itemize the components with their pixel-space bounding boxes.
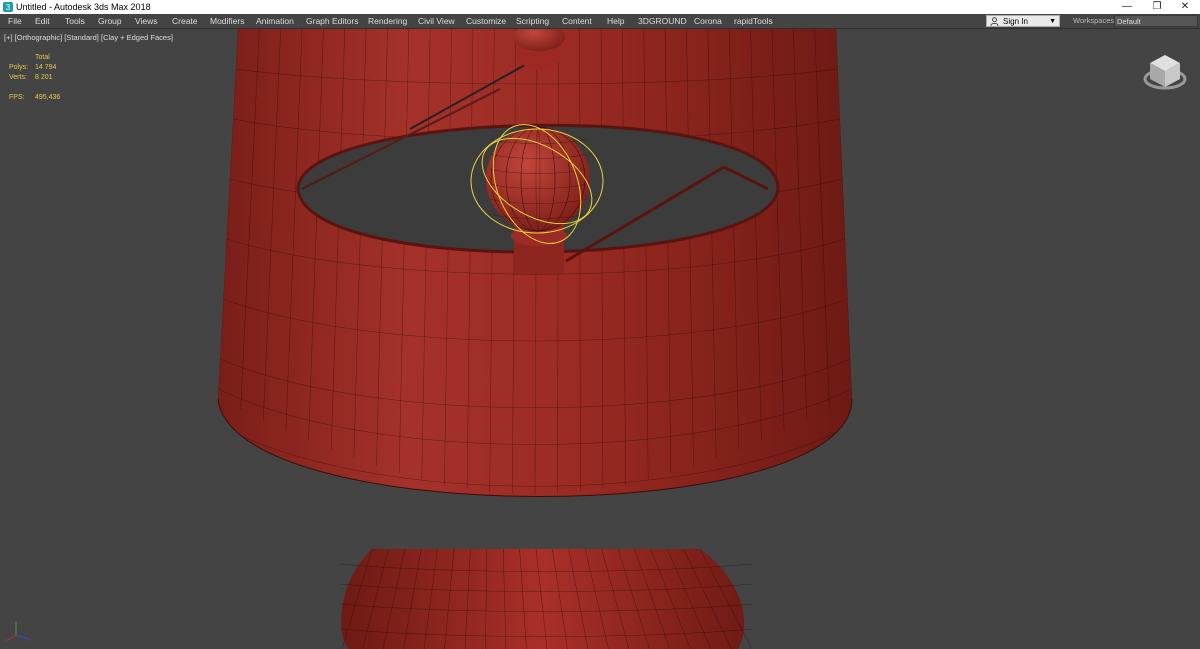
viewport-shading-label[interactable]: [Standard]	[64, 33, 99, 42]
menu-file[interactable]: File	[8, 14, 22, 28]
viewport-view-label[interactable]: [Orthographic]	[15, 33, 63, 42]
stats-verts-label: Verts:	[9, 74, 27, 81]
viewport-label[interactable]: [+] [Orthographic] [Standard] [Clay + Ed…	[4, 33, 173, 42]
stats-polys-label: Polys:	[9, 64, 29, 71]
menu-tools[interactable]: Tools	[65, 14, 85, 28]
menu-group[interactable]: Group	[98, 14, 122, 28]
menu-bar: File Edit Tools Group Views Create Modif…	[0, 14, 1200, 29]
restore-icon: ❐	[1152, 1, 1162, 12]
close-button[interactable]: ✕	[1170, 0, 1200, 14]
workspace-value: Default	[1117, 17, 1141, 26]
minimize-icon: —	[1122, 1, 1132, 12]
axis-gizmo-icon: x z	[5, 621, 31, 643]
title-bar: 3 Untitled - Autodesk 3ds Max 2018 — ❐ ✕	[0, 0, 1200, 14]
svg-text:z: z	[28, 638, 31, 643]
menu-help[interactable]: Help	[607, 14, 624, 28]
viewcube-icon[interactable]	[1140, 47, 1190, 97]
menu-edit[interactable]: Edit	[35, 14, 50, 28]
sign-in-label: Sign In	[1003, 17, 1028, 26]
menu-3dground[interactable]: 3DGROUND	[638, 14, 687, 28]
menu-animation[interactable]: Animation	[256, 14, 294, 28]
stats-polys-value: 14 794	[35, 64, 57, 71]
window-title: Untitled - Autodesk 3ds Max 2018	[16, 2, 151, 12]
stats-total-label: Total	[35, 54, 50, 61]
sign-in-dropdown[interactable]: Sign In ▼	[986, 15, 1060, 27]
menu-graph-editors[interactable]: Graph Editors	[306, 14, 358, 28]
svg-text:x: x	[5, 638, 8, 643]
svg-text:3: 3	[6, 3, 11, 12]
workspaces-label: Workspaces:	[1073, 16, 1117, 25]
menu-content[interactable]: Content	[562, 14, 592, 28]
viewport-mode-label[interactable]: [Clay + Edged Faces]	[101, 33, 173, 42]
menu-customize[interactable]: Customize	[466, 14, 506, 28]
app-window: 3 Untitled - Autodesk 3ds Max 2018 — ❐ ✕…	[0, 0, 1200, 649]
workspace-select[interactable]: Default	[1114, 15, 1198, 27]
minimize-button[interactable]: —	[1112, 0, 1142, 14]
restore-button[interactable]: ❐	[1142, 0, 1172, 14]
viewport-menu-plus[interactable]: [+]	[4, 33, 13, 42]
viewport[interactable]: [+] [Orthographic] [Standard] [Clay + Ed…	[0, 29, 1200, 649]
app-icon: 3	[3, 2, 13, 12]
menu-rapidtools[interactable]: rapidTools	[734, 14, 773, 28]
person-icon	[990, 17, 999, 26]
menu-views[interactable]: Views	[135, 14, 158, 28]
scene-render	[217, 29, 853, 649]
menu-corona[interactable]: Corona	[694, 14, 722, 28]
stats-fps-value: 495,436	[35, 94, 61, 101]
close-icon: ✕	[1180, 1, 1190, 12]
lamp-base	[339, 548, 753, 649]
menu-modifiers[interactable]: Modifiers	[210, 14, 244, 28]
dropdown-caret-icon: ▼	[1049, 18, 1056, 25]
menu-civil-view[interactable]: Civil View	[418, 14, 455, 28]
stats-verts-value: 8 201	[35, 74, 53, 81]
menu-create[interactable]: Create	[172, 14, 198, 28]
stats-fps-label: FPS:	[9, 94, 25, 101]
menu-rendering[interactable]: Rendering	[368, 14, 407, 28]
menu-scripting[interactable]: Scripting	[516, 14, 549, 28]
